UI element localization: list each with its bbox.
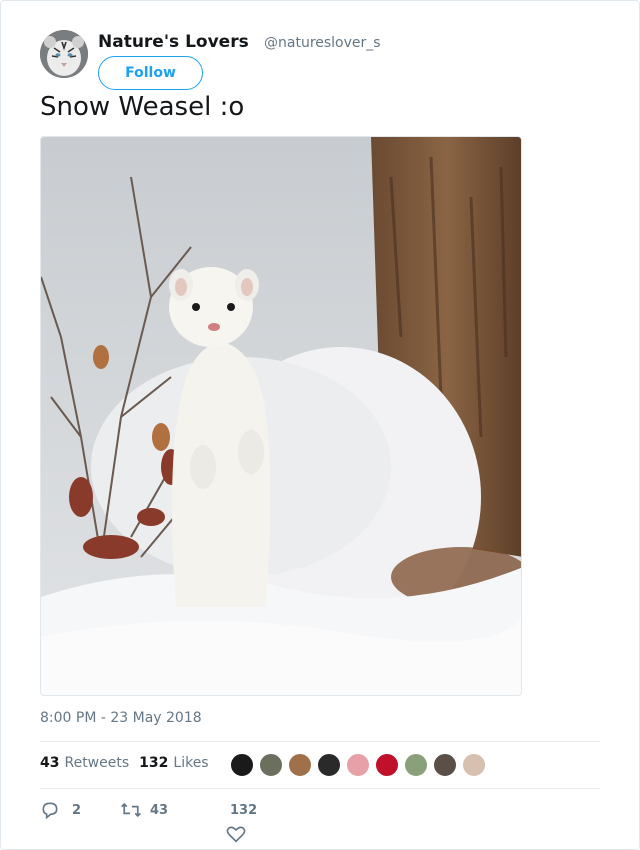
heart-icon <box>226 825 246 843</box>
like-button[interactable] <box>226 825 246 843</box>
liker-avatar[interactable] <box>433 753 457 777</box>
display-name[interactable]: Nature's Lovers <box>98 32 249 52</box>
liker-avatar[interactable] <box>346 753 370 777</box>
divider <box>40 741 600 742</box>
liker-avatar[interactable] <box>259 753 283 777</box>
liker-avatar[interactable] <box>462 753 486 777</box>
tweet-text: Snow Weasel :o <box>40 92 245 122</box>
retweet-icon <box>120 800 142 820</box>
liker-avatar[interactable] <box>317 753 341 777</box>
liker-avatar[interactable] <box>288 753 312 777</box>
follow-button[interactable]: Follow <box>98 56 203 90</box>
retweets-count[interactable]: 43 <box>40 755 59 771</box>
divider <box>40 788 600 789</box>
retweets-label[interactable]: Retweets <box>64 755 129 771</box>
like-count: 132 <box>230 803 258 818</box>
reply-icon <box>40 800 60 820</box>
tweet-card: Nature's Lovers @natureslover_s Follow S… <box>0 0 640 850</box>
tweet-timestamp[interactable]: 8:00 PM - 23 May 2018 <box>40 710 202 726</box>
retweet-count: 43 <box>150 802 169 818</box>
liker-avatar[interactable] <box>404 753 428 777</box>
liker-avatar[interactable] <box>230 753 254 777</box>
snow-weasel-photo[interactable] <box>40 136 522 696</box>
tweet-stats: 43 Retweets 132 Likes <box>40 755 219 771</box>
likes-count[interactable]: 132 <box>139 755 168 771</box>
liker-avatars <box>230 753 491 777</box>
likes-label[interactable]: Likes <box>173 755 208 771</box>
like-count-label: 132 <box>230 803 257 818</box>
white-tiger-avatar[interactable] <box>40 30 88 78</box>
user-handle[interactable]: @natureslover_s <box>264 35 381 51</box>
tweet-actions: 2 43 132 <box>40 800 600 850</box>
retweet-button[interactable]: 43 <box>120 800 168 820</box>
reply-count: 2 <box>72 802 82 818</box>
reply-button[interactable]: 2 <box>40 800 81 820</box>
liker-avatar[interactable] <box>375 753 399 777</box>
